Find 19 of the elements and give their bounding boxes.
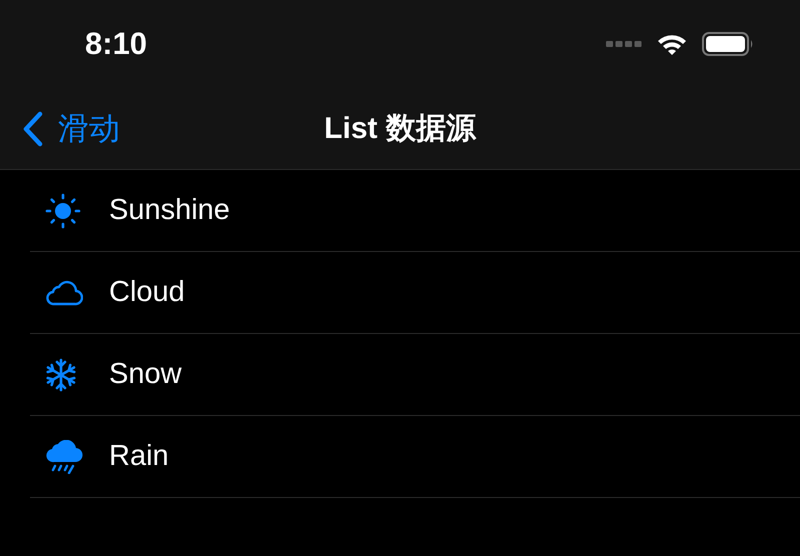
snowflake-icon (45, 358, 77, 392)
nav-title: List 数据源 (324, 111, 476, 147)
wifi-icon (656, 32, 688, 56)
signal-dots-icon (606, 40, 642, 48)
list-row[interactable]: Snow (30, 334, 800, 416)
cloud-icon (45, 280, 83, 306)
list-row[interactable]: Rain (30, 416, 800, 498)
row-label: Sunshine (109, 194, 230, 227)
row-label: Snow (109, 358, 182, 391)
status-time: 8:10 (85, 26, 148, 62)
back-button[interactable]: 滑动 (0, 108, 120, 150)
list-row[interactable]: Sunshine (30, 170, 800, 252)
chevron-left-icon (22, 110, 44, 146)
rain-cloud-icon (45, 440, 83, 474)
list-row[interactable]: Cloud (30, 252, 800, 334)
sun-icon (45, 192, 81, 228)
row-label: Cloud (109, 276, 185, 309)
row-label: Rain (109, 440, 169, 473)
battery-icon (702, 32, 754, 56)
